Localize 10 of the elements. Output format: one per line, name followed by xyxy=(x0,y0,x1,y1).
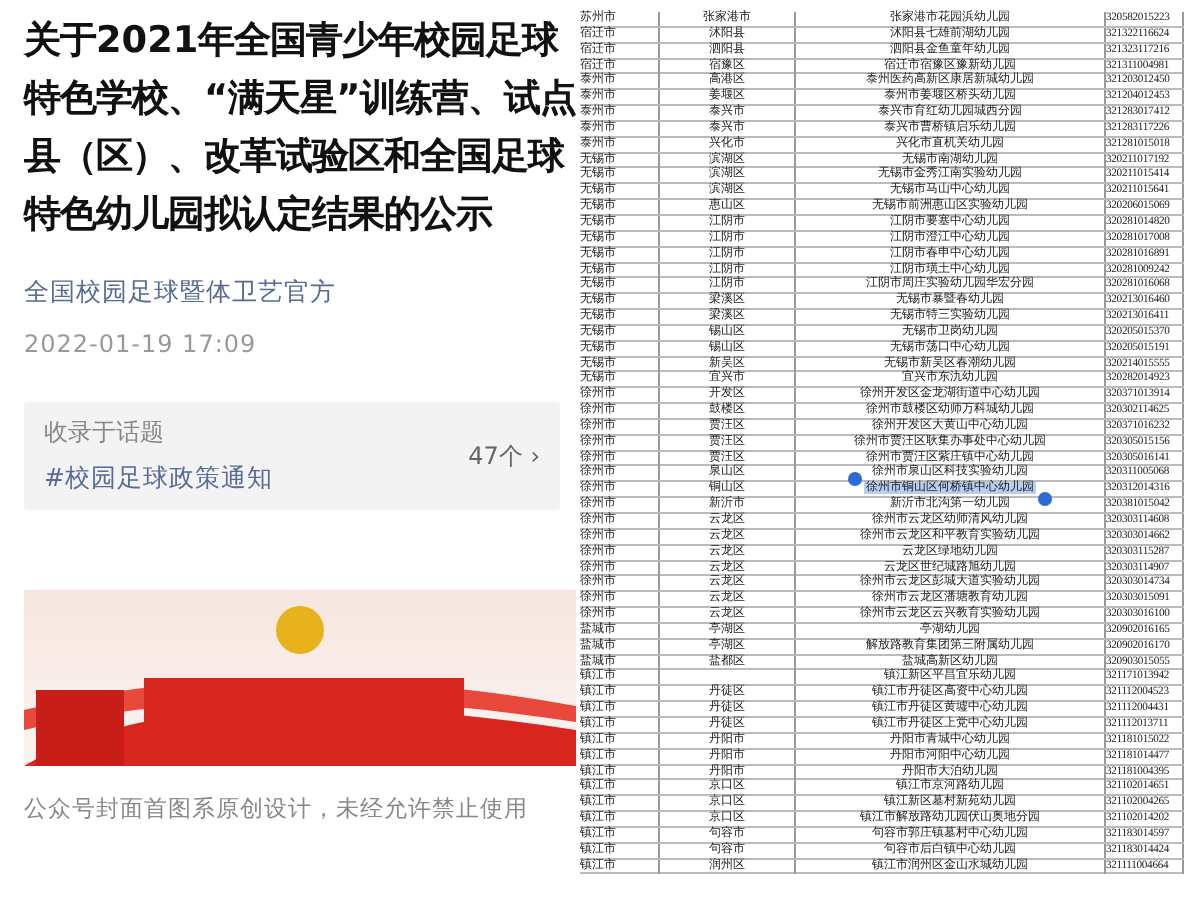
article-title: 关于2021年全国青少年校园足球特色学校、“满天星”训练营、试点县（区）、改革试验区和全国足球特色幼儿园拟认定结果的公示 xyxy=(24,18,579,240)
topic-label: 收录于话题 xyxy=(44,416,166,450)
account-link[interactable]: 全国校园足球暨体卫艺官方 xyxy=(24,276,580,310)
publish-date: 2022-01-19 17:09 xyxy=(24,330,259,358)
topic-card[interactable]: 收录于话题 #校园足球政策通知 47个 › xyxy=(24,402,560,510)
image-caption: 公众号封面首图系原创设计，未经允许禁止使用 xyxy=(24,794,530,824)
topic-tag[interactable]: #校园足球政策通知 xyxy=(44,462,469,496)
topic-count: 47个 › xyxy=(468,439,540,473)
selection-handle[interactable] xyxy=(848,472,862,487)
selection-handle[interactable] xyxy=(1038,492,1052,507)
